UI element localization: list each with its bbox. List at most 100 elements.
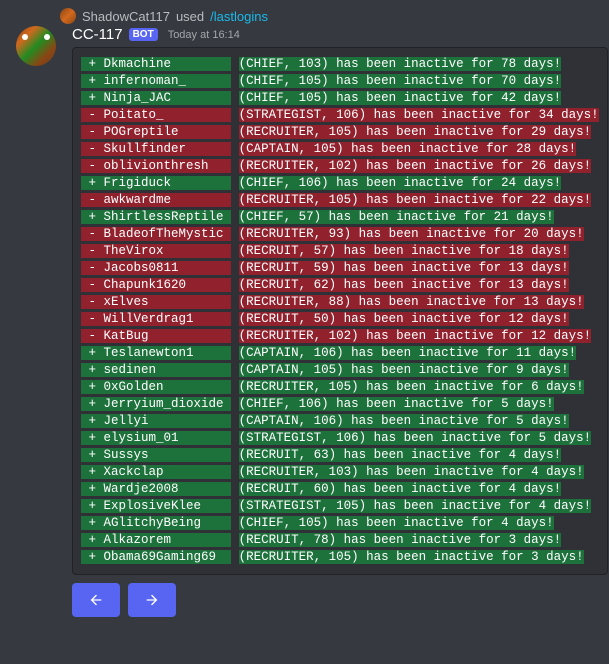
inactivity-info: (RECRUIT, 60) has been inactive for 4 da…	[239, 482, 562, 496]
diff-marker: -	[81, 244, 104, 258]
diff-marker: -	[81, 312, 104, 326]
inactivity-info: (RECRUITER, 102) has been inactive for 1…	[239, 329, 592, 343]
username: Wardje2008	[104, 482, 232, 496]
inactivity-info: (RECRUITER, 103) has been inactive for 4…	[239, 465, 584, 479]
inactivity-info: (STRATEGIST, 106) has been inactive for …	[239, 431, 592, 445]
username: Jacobs0811	[104, 261, 232, 275]
inactivity-info: (RECRUIT, 78) has been inactive for 3 da…	[239, 533, 562, 547]
diff-marker: +	[81, 210, 104, 224]
row-19: + 0xGolden (RECRUITER, 105) has been ina…	[81, 379, 599, 396]
inactivity-info: (RECRUITER, 102) has been inactive for 2…	[239, 159, 592, 173]
diff-marker: -	[81, 261, 104, 275]
username: AGlitchyBeing	[104, 516, 232, 530]
row-25: + Wardje2008 (RECRUIT, 60) has been inac…	[81, 481, 599, 498]
row-18: + sedinen (CAPTAIN, 105) has been inacti…	[81, 362, 599, 379]
row-28: + Alkazorem (RECRUIT, 78) has been inact…	[81, 532, 599, 549]
row-21: + Jellyi (CAPTAIN, 106) has been inactiv…	[81, 413, 599, 430]
row-20: + Jerryium_dioxide (CHIEF, 106) has been…	[81, 396, 599, 413]
username: Jellyi	[104, 414, 232, 428]
username: Chapunk1620	[104, 278, 232, 292]
diff-marker: +	[81, 397, 104, 411]
inactivity-info: (CAPTAIN, 106) has been inactive for 5 d…	[239, 414, 569, 428]
row-14: - xElves (RECRUITER, 88) has been inacti…	[81, 294, 599, 311]
inactivity-info: (STRATEGIST, 106) has been inactive for …	[239, 108, 599, 122]
username: Skullfinder	[104, 142, 232, 156]
inactivity-info: (RECRUIT, 57) has been inactive for 18 d…	[239, 244, 569, 258]
row-13: - Chapunk1620 (RECRUIT, 62) has been ina…	[81, 277, 599, 294]
row-3: - Poitato_ (STRATEGIST, 106) has been in…	[81, 107, 599, 124]
prev-page-button[interactable]	[72, 583, 120, 617]
username: xElves	[104, 295, 232, 309]
diff-marker: +	[81, 176, 104, 190]
row-8: - awkwardme (RECRUITER, 105) has been in…	[81, 192, 599, 209]
diff-marker: -	[81, 227, 104, 241]
diff-marker: -	[81, 193, 104, 207]
command-usage-row: ShadowCat117 used /lastlogins	[60, 8, 593, 24]
inactivity-info: (RECRUITER, 88) has been inactive for 13…	[239, 295, 584, 309]
used-verb: used	[176, 9, 204, 24]
username: WillVerdrag1	[104, 312, 232, 326]
row-11: - TheVirox (RECRUIT, 57) has been inacti…	[81, 243, 599, 260]
diff-marker: +	[81, 363, 104, 377]
inactivity-info: (RECRUITER, 105) has been inactive for 3…	[239, 550, 584, 564]
username: elysium_01	[104, 431, 232, 445]
row-24: + Xackclap (RECRUITER, 103) has been ina…	[81, 464, 599, 481]
diff-marker: +	[81, 346, 104, 360]
inactivity-info: (RECRUITER, 105) has been inactive for 2…	[239, 125, 592, 139]
diff-marker: +	[81, 448, 104, 462]
inactivity-info: (RECRUIT, 62) has been inactive for 13 d…	[239, 278, 569, 292]
bot-name[interactable]: CC-117	[72, 26, 123, 43]
username: TheVirox	[104, 244, 232, 258]
inactivity-info: (RECRUITER, 93) has been inactive for 20…	[239, 227, 584, 241]
lastlogins-output: + Dkmachine (CHIEF, 103) has been inacti…	[72, 47, 608, 575]
username: Sussys	[104, 448, 232, 462]
arrow-right-icon	[144, 592, 160, 608]
message-header: CC-117 BOT Today at 16:14 + Dkmachine (C…	[16, 26, 593, 617]
diff-marker: +	[81, 482, 104, 496]
inactivity-info: (CHIEF, 106) has been inactive for 24 da…	[239, 176, 562, 190]
row-26: + ExplosiveKlee (STRATEGIST, 105) has be…	[81, 498, 599, 515]
row-17: + Teslanewton1 (CAPTAIN, 106) has been i…	[81, 345, 599, 362]
row-29: + Obama69Gaming69 (RECRUITER, 105) has b…	[81, 549, 599, 566]
row-0: + Dkmachine (CHIEF, 103) has been inacti…	[81, 56, 599, 73]
row-9: + ShirtlessReptile (CHIEF, 57) has been …	[81, 209, 599, 226]
diff-marker: -	[81, 142, 104, 156]
name-row: CC-117 BOT Today at 16:14	[72, 26, 608, 43]
inactivity-info: (CHIEF, 105) has been inactive for 4 day…	[239, 516, 554, 530]
diff-marker: +	[81, 431, 104, 445]
pagination-buttons	[72, 583, 608, 617]
bot-tag: BOT	[129, 28, 158, 41]
row-6: - oblivionthresh (RECRUITER, 102) has be…	[81, 158, 599, 175]
row-23: + Sussys (RECRUIT, 63) has been inactive…	[81, 447, 599, 464]
diff-marker: -	[81, 329, 104, 343]
inactivity-info: (CHIEF, 103) has been inactive for 78 da…	[239, 57, 562, 71]
row-15: - WillVerdrag1 (RECRUIT, 50) has been in…	[81, 311, 599, 328]
row-12: - Jacobs0811 (RECRUIT, 59) has been inac…	[81, 260, 599, 277]
username: Dkmachine	[104, 57, 232, 71]
username: Alkazorem	[104, 533, 232, 547]
inactivity-info: (CAPTAIN, 106) has been inactive for 11 …	[239, 346, 577, 360]
username: ExplosiveKlee	[104, 499, 232, 513]
username: Frigiduck	[104, 176, 232, 190]
next-page-button[interactable]	[128, 583, 176, 617]
diff-marker: +	[81, 499, 104, 513]
row-4: - POGreptile (RECRUITER, 105) has been i…	[81, 124, 599, 141]
arrow-left-icon	[88, 592, 104, 608]
username: Jerryium_dioxide	[104, 397, 232, 411]
inactivity-info: (RECRUIT, 59) has been inactive for 13 d…	[239, 261, 569, 275]
slash-command-link[interactable]: /lastlogins	[210, 9, 268, 24]
row-10: - BladeofTheMystic (RECRUITER, 93) has b…	[81, 226, 599, 243]
avatar[interactable]	[16, 26, 56, 66]
username: Obama69Gaming69	[104, 550, 232, 564]
inactivity-info: (RECRUITER, 105) has been inactive for 2…	[239, 193, 592, 207]
username: KatBug	[104, 329, 232, 343]
username: Ninja_JAC	[104, 91, 232, 105]
diff-marker: +	[81, 533, 104, 547]
diff-marker: +	[81, 414, 104, 428]
inactivity-info: (CHIEF, 105) has been inactive for 42 da…	[239, 91, 562, 105]
inactivity-info: (CAPTAIN, 105) has been inactive for 9 d…	[239, 363, 569, 377]
username: 0xGolden	[104, 380, 232, 394]
message-container: ShadowCat117 used /lastlogins CC-117 BOT…	[0, 0, 609, 625]
diff-marker: +	[81, 91, 104, 105]
row-1: + infernoman_ (CHIEF, 105) has been inac…	[81, 73, 599, 90]
